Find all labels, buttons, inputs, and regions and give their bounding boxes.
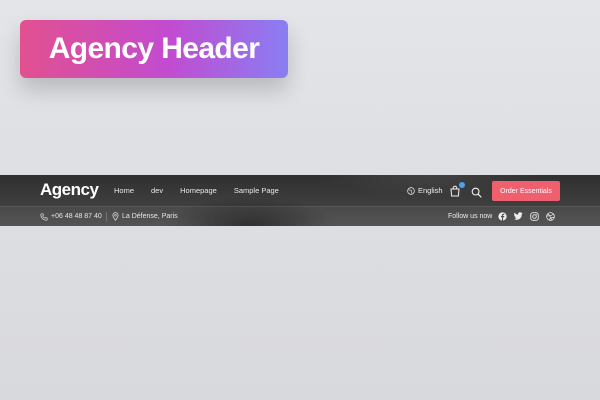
facebook-icon — [497, 211, 507, 221]
nav-item-homepage[interactable]: Homepage — [180, 186, 217, 195]
cart-button[interactable] — [449, 182, 465, 198]
language-switcher[interactable]: English — [407, 175, 443, 206]
language-label: English — [418, 186, 443, 195]
site-logo[interactable]: Agency — [40, 180, 99, 200]
address-contact[interactable]: La Défense, Paris — [112, 207, 178, 226]
address-text: La Défense, Paris — [122, 213, 178, 220]
contact-divider — [106, 212, 107, 222]
dribbble-icon — [545, 211, 555, 221]
map-pin-icon — [112, 212, 119, 221]
phone-icon — [40, 212, 48, 221]
order-essentials-button[interactable]: Order Essentials — [492, 181, 560, 201]
nav-item-dev[interactable]: dev — [151, 186, 163, 195]
globe-icon — [407, 186, 415, 195]
phone-number: +06 48 48 87 40 — [51, 213, 102, 220]
agency-header: Agency Home dev Homepage Sample Page Eng… — [0, 175, 600, 226]
section-label-text: Agency Header — [48, 32, 260, 65]
cart-count-badge — [459, 182, 465, 188]
header-main-row: Agency Home dev Homepage Sample Page Eng… — [0, 175, 600, 206]
follow-us-label: Follow us now — [448, 213, 493, 220]
phone-contact[interactable]: +06 48 48 87 40 — [40, 207, 102, 226]
search-button[interactable] — [471, 185, 482, 198]
section-label-badge: Agency Header — [20, 20, 288, 78]
facebook-link[interactable] — [497, 211, 507, 221]
nav-item-home[interactable]: Home — [114, 186, 134, 195]
twitter-link[interactable] — [513, 211, 523, 221]
social-links — [497, 211, 561, 221]
search-icon — [471, 187, 482, 198]
nav-item-sample-page[interactable]: Sample Page — [234, 186, 279, 195]
dribbble-link[interactable] — [545, 211, 555, 221]
main-navigation: Home dev Homepage Sample Page — [114, 175, 296, 206]
twitter-icon — [513, 212, 523, 220]
instagram-link[interactable] — [529, 211, 539, 221]
header-info-row: +06 48 48 87 40 La Défense, Paris Follow… — [0, 206, 600, 226]
instagram-icon — [529, 211, 539, 221]
